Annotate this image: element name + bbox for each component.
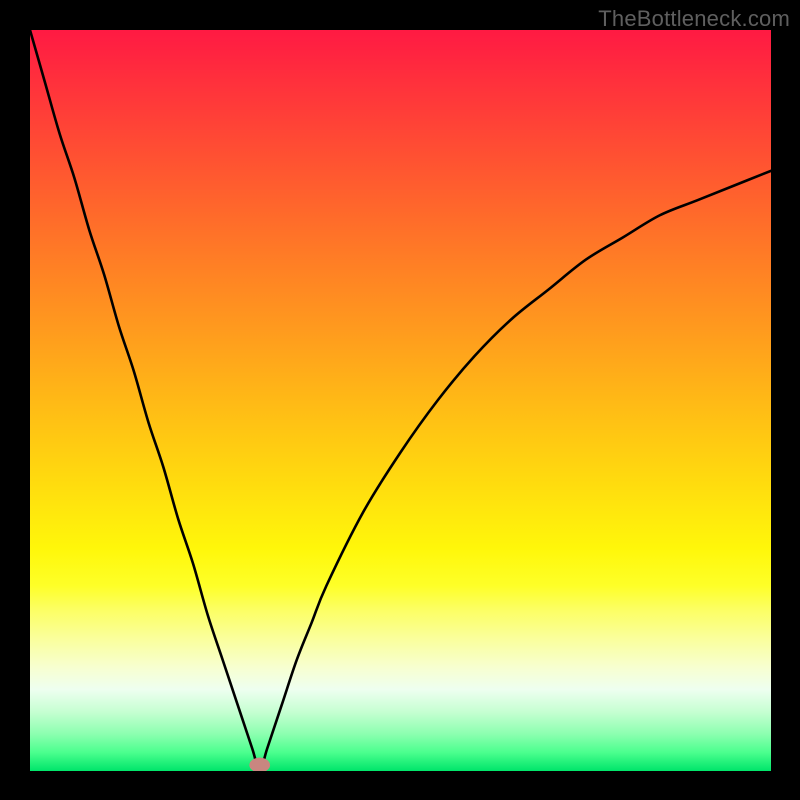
watermark-text: TheBottleneck.com — [598, 6, 790, 32]
chart-svg — [30, 30, 771, 771]
